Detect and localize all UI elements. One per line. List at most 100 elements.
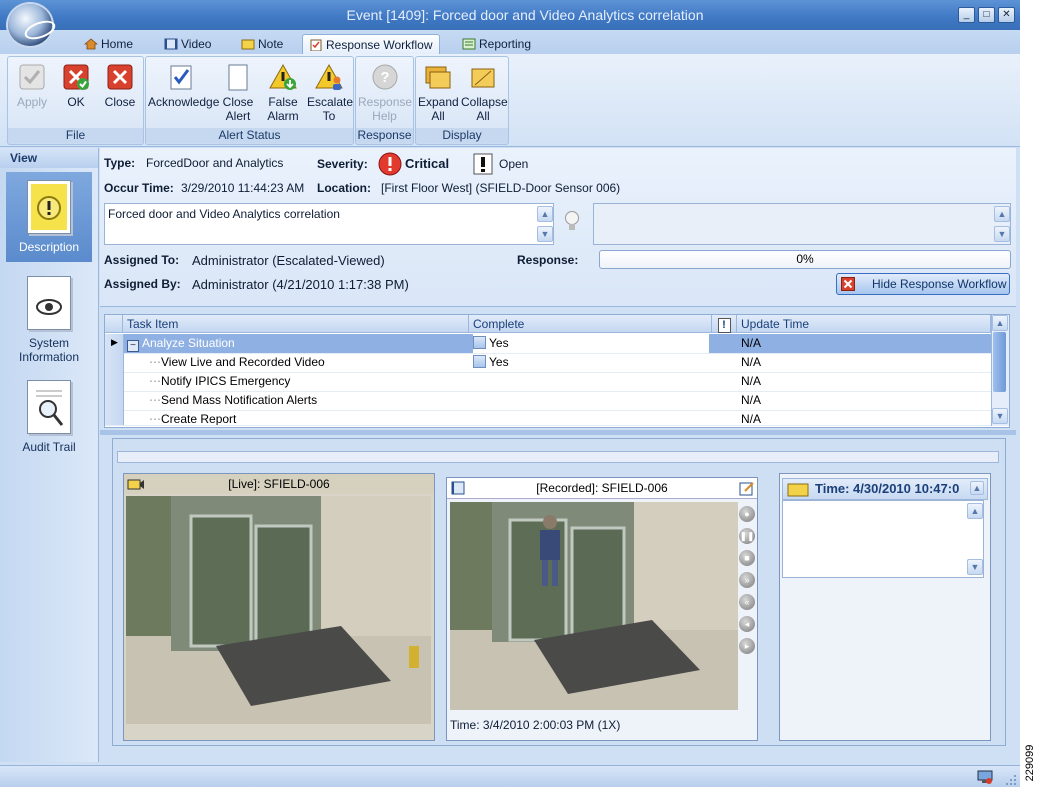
severity-value: Critical — [405, 156, 450, 171]
note-scroll-up[interactable]: ▲ — [967, 503, 983, 519]
assigned-to-label: Assigned To: — [104, 253, 180, 267]
complete-cell[interactable] — [473, 372, 709, 391]
type-label: Type: — [104, 156, 136, 170]
grid-scroll-down[interactable]: ▼ — [992, 408, 1008, 424]
complete-cell[interactable] — [473, 391, 709, 410]
fast-forward-button[interactable]: » — [739, 572, 755, 588]
close-window-button[interactable]: ✕ — [998, 7, 1015, 23]
window-title: Event [1409]: Forced door and Video Anal… — [346, 7, 704, 23]
live-video-panel: [Live]: SFIELD-006 — [123, 473, 435, 741]
expand-all-button[interactable]: Expand All — [418, 61, 459, 123]
grid-scroll-up[interactable]: ▲ — [992, 315, 1008, 331]
hide-response-workflow-label: Hide Response Workflow — [872, 277, 1007, 291]
recorded-video-feed[interactable] — [450, 502, 738, 710]
ribbon-group-display: Expand All Collapse All Display — [415, 56, 509, 145]
resize-grip-icon[interactable] — [1005, 774, 1017, 786]
complete-text: Yes — [489, 355, 509, 369]
note-collapse-button[interactable]: ▲ — [970, 481, 984, 495]
hide-response-workflow-button[interactable]: Hide Response Workflow — [836, 273, 1010, 295]
minimize-button[interactable]: _ — [958, 7, 975, 23]
column-priority[interactable]: ! — [712, 315, 737, 333]
step-back-button[interactable]: ◂ — [739, 616, 755, 632]
tab-note[interactable]: Note — [241, 34, 283, 54]
close-x-icon — [106, 63, 134, 91]
note-icon — [787, 483, 809, 497]
view-item-description[interactable]: Description — [6, 172, 92, 262]
column-task-item[interactable]: Task Item — [123, 315, 469, 333]
task-row[interactable]: ⋯View Live and Recorded Video Yes N/A — [105, 353, 991, 373]
close-alert-button[interactable]: Close Alert — [216, 61, 260, 123]
task-row[interactable]: ⋯Send Mass Notification Alerts N/A — [105, 391, 991, 411]
response-help-button[interactable]: ? Response Help — [358, 61, 413, 123]
description-scroll-down[interactable]: ▼ — [537, 226, 553, 242]
edit-clip-icon[interactable] — [739, 481, 755, 496]
priority-flag-icon: ! — [717, 318, 731, 333]
row-header — [105, 391, 124, 410]
response-note-scroll-down[interactable]: ▼ — [994, 226, 1010, 242]
task-grid: Task Item Complete ! Update Time ▶ − Anal… — [104, 314, 1010, 428]
task-grid-scrollbar[interactable]: ▲ ▼ — [991, 315, 1009, 426]
view-item-audit-trail[interactable]: Audit Trail — [6, 372, 92, 456]
description-scroll-up[interactable]: ▲ — [537, 206, 553, 222]
view-item-system-information[interactable]: System Information — [6, 268, 92, 364]
video-area: [Live]: SFIELD-006 [Recorded]: SFIELD-00… — [112, 438, 1006, 746]
description-textbox[interactable]: Forced door and Video Analytics correlat… — [104, 203, 554, 245]
ok-button[interactable]: OK — [56, 61, 96, 109]
severity-label: Severity: — [317, 157, 368, 171]
splitter[interactable] — [100, 430, 1016, 435]
tab-home[interactable]: Home — [84, 34, 133, 54]
collapse-node-icon[interactable]: − — [127, 340, 139, 352]
response-note-textbox[interactable]: ▲ ▼ — [593, 203, 1011, 245]
note-header: Time: 4/30/2010 10:47:0 ▲ — [782, 478, 988, 500]
step-forward-button[interactable]: ▸ — [739, 638, 755, 654]
column-update-time[interactable]: Update Time — [737, 315, 991, 333]
event-details: Type: ForcedDoor and Analytics Severity:… — [100, 148, 1016, 307]
location-value: [First Floor West] (SFIELD-Door Sensor 0… — [381, 181, 621, 195]
pause-button[interactable]: ❚❚ — [739, 528, 755, 544]
status-bar — [0, 765, 1020, 787]
ribbon-group-file-label: File — [8, 128, 143, 143]
live-video-feed[interactable] — [126, 496, 431, 724]
task-item-text: Analyze Situation — [142, 336, 235, 350]
row-header — [105, 372, 124, 391]
task-row[interactable]: ⋯Create Report N/A — [105, 410, 991, 426]
tab-video[interactable]: Video — [164, 34, 211, 54]
rewind-button[interactable]: « — [739, 594, 755, 610]
complete-cell[interactable]: Yes — [473, 353, 709, 372]
tab-response-workflow[interactable]: Response Workflow — [302, 34, 440, 55]
response-note-scroll-up[interactable]: ▲ — [994, 206, 1010, 222]
collapse-all-button[interactable]: Collapse All — [460, 61, 508, 123]
tab-reporting[interactable]: Reporting — [462, 34, 531, 54]
task-row[interactable]: ⋯Notify IPICS Emergency N/A — [105, 372, 991, 392]
stop-button[interactable]: ■ — [739, 550, 755, 566]
response-progress-text: 0% — [796, 252, 814, 266]
response-help-label: Response Help — [358, 95, 413, 123]
grid-scroll-thumb[interactable] — [993, 332, 1006, 392]
close-button[interactable]: Close — [100, 61, 140, 109]
apply-button[interactable]: Apply — [12, 61, 52, 109]
folders-icon — [424, 63, 452, 91]
response-label: Response: — [517, 253, 579, 267]
expand-all-label: Expand All — [418, 95, 459, 123]
complete-cell[interactable] — [473, 410, 709, 425]
task-item-text: Notify IPICS Emergency — [161, 374, 291, 388]
application-orb-button[interactable] — [8, 4, 58, 46]
task-item-cell: ⋯Send Mass Notification Alerts — [149, 391, 467, 410]
note-scroll-down[interactable]: ▼ — [967, 559, 983, 575]
network-status-icon — [977, 770, 993, 784]
ribbon-group-alert-status: Acknowledge Close Alert False Alarm Esca… — [145, 56, 354, 145]
update-time-cell: N/A — [741, 412, 762, 426]
false-alarm-button[interactable]: False Alarm — [262, 61, 304, 123]
help-icon: ? — [371, 63, 399, 91]
playback-controls: ● ❚❚ ■ » « ◂ ▸ — [739, 506, 755, 666]
ribbon-tabs: Home Video Note Response Workflow Report… — [0, 30, 1020, 55]
record-button[interactable]: ● — [739, 506, 755, 522]
acknowledge-button[interactable]: Acknowledge — [148, 61, 219, 109]
note-textbox[interactable]: ▲ ▼ — [782, 500, 984, 578]
task-row[interactable]: ▶ − Analyze Situation Yes N/A — [105, 334, 991, 354]
column-complete[interactable]: Complete — [469, 315, 712, 333]
complete-cell[interactable]: Yes — [473, 334, 709, 353]
warning-person-icon — [315, 63, 343, 91]
maximize-button[interactable]: □ — [978, 7, 995, 23]
escalate-to-button[interactable]: Escalate To — [306, 61, 353, 123]
